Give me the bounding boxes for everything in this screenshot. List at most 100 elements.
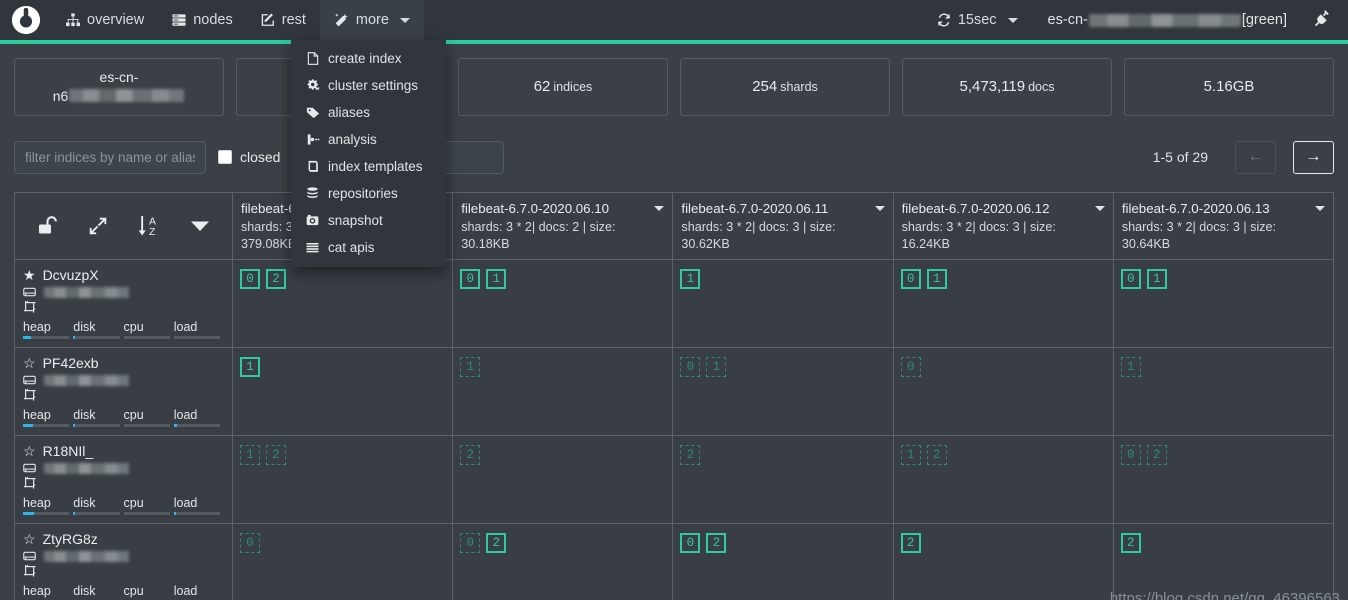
stat-box-size: 5.16GB [1124,58,1334,116]
refresh-interval-label: 15sec [957,12,997,28]
shard-badge-primary[interactable]: 2 [266,269,286,289]
node-title: ☆ PF42exb [23,355,224,371]
index-menu-caret-icon[interactable] [874,206,885,211]
shard-cell[interactable]: 01 [453,260,674,347]
index-menu-caret-icon[interactable] [1094,206,1105,211]
node-cell[interactable]: ☆ PF42exb heap disk cpu load [15,348,233,435]
shard-badge-primary[interactable]: 2 [1120,533,1141,553]
shard-badge-replica[interactable]: 0 [240,533,260,553]
metric-disk: disk [73,320,123,339]
shard-badge-replica[interactable]: 2 [1146,445,1167,465]
shard-cell[interactable]: 2 [1113,524,1334,600]
star-outline-icon[interactable]: ☆ [23,356,36,370]
star-outline-icon[interactable]: ☆ [23,532,36,546]
shard-cell[interactable]: 02 [673,524,894,600]
shard-cell[interactable]: 0 [893,348,1114,435]
menu-item-aliases[interactable]: aliases [291,99,446,126]
shard-badge-replica[interactable]: 2 [680,445,701,465]
shard-cell[interactable]: 02 [453,524,674,600]
shard-cell[interactable]: 1 [673,260,894,347]
nav-item-overview[interactable]: overview [52,0,158,40]
shard-badge-primary[interactable]: 0 [900,269,921,289]
refresh-interval-selector[interactable]: 15sec [923,0,1032,40]
shard-cell[interactable]: 02 [1113,436,1334,523]
shard-cell[interactable]: 1 [1113,348,1334,435]
server-stack-icon [172,13,186,27]
cluster-name-status[interactable]: es-cn- [green] [1032,12,1303,28]
node-cell[interactable]: ☆ R18NIl_ heap disk cpu load [15,436,233,523]
node-cell[interactable]: ☆ ZtyRG8z heap disk cpu load [15,524,233,600]
search-indices-input[interactable] [14,140,206,174]
shard-cell[interactable]: 2 [893,524,1114,600]
menu-item-analysis[interactable]: analysis [291,126,446,153]
shard-badge-replica[interactable]: 0 [1120,445,1141,465]
index-menu-caret-icon[interactable] [1315,206,1326,211]
prev-page-button[interactable]: ← [1235,140,1276,174]
index-header: filebeat-6.7.0-2020.06.10 shards: 3 * 2|… [453,193,674,259]
shard-cell[interactable]: 2 [673,436,894,523]
shard-cell[interactable]: 12 [233,436,454,523]
index-meta: shards: 3 * 2| docs: 3 | size: 30.64KB [1121,220,1277,251]
shard-badge-primary[interactable]: 0 [680,533,701,553]
unlock-icon[interactable] [21,214,72,238]
expand-arrows-icon[interactable] [72,215,123,237]
metric-label: cpu [123,320,144,334]
nav-item-more[interactable]: more [319,0,424,40]
menu-item-index-templates[interactable]: index templates [291,153,446,180]
shard-badge-primary[interactable]: 1 [926,269,947,289]
shard-badge-replica[interactable]: 1 [460,357,481,377]
node-role [23,300,224,319]
shard-badge-primary[interactable]: 1 [1146,269,1167,289]
sort-alpha-asc-icon[interactable]: A Z [124,213,175,239]
closed-indices-checkbox[interactable]: closed [218,149,280,165]
next-page-button[interactable]: → [1293,140,1334,174]
menu-item-snapshot[interactable]: snapshot [291,207,446,234]
shard-badge-primary[interactable]: 1 [486,269,507,289]
shard-cell[interactable]: 01 [893,260,1114,347]
shard-badge-primary[interactable]: 0 [1120,269,1141,289]
shard-cell[interactable]: 2 [453,436,674,523]
shard-badge-primary[interactable]: 0 [460,269,481,289]
shard-cell[interactable]: 01 [1113,260,1334,347]
shard-cell[interactable]: 12 [893,436,1114,523]
menu-item-cluster-settings[interactable]: cluster settings [291,72,446,99]
shard-badge-replica[interactable]: 2 [926,445,947,465]
node-address [23,286,224,298]
shard-badge-replica[interactable]: 0 [460,533,481,553]
shard-badge-replica[interactable]: 1 [706,357,727,377]
shard-badge-primary[interactable]: 0 [240,269,260,289]
index-menu-caret-icon[interactable] [654,206,665,211]
caret-down-icon[interactable] [175,220,226,232]
nav-item-rest[interactable]: rest [247,0,320,40]
shard-badge-primary[interactable]: 1 [680,269,701,289]
node-cell[interactable]: ★ DcvuzpX heap disk cpu load [15,260,233,347]
shard-badge-replica[interactable]: 2 [266,445,286,465]
menu-item-repositories[interactable]: repositories [291,180,446,207]
shard-badge-replica[interactable]: 1 [900,445,921,465]
index-name: filebeat-6.7.0-2020.06.11 [681,201,829,216]
shard-badge-replica[interactable]: 0 [680,357,701,377]
shard-cell[interactable]: 0 [233,524,454,600]
shard-cell[interactable]: 1 [233,348,454,435]
disconnect-button[interactable] [1303,9,1348,31]
shard-badge-replica[interactable]: 2 [460,445,481,465]
shard-badge-primary[interactable]: 2 [706,533,727,553]
nav-item-nodes[interactable]: nodes [158,0,247,40]
star-filled-icon[interactable]: ★ [23,268,36,282]
shard-badge-replica[interactable]: 0 [900,357,921,377]
shard-badge-replica[interactable]: 1 [240,445,260,465]
menu-item-create-index[interactable]: create index [291,45,446,72]
shard-badge-primary[interactable]: 2 [486,533,507,553]
shard-badge-primary[interactable]: 1 [240,357,260,377]
table-row: ★ DcvuzpX heap disk cpu load 0 2 0 1 1 0 1 0 1 [15,260,1334,348]
shard-cell[interactable]: 01 [673,348,894,435]
shard-badge-replica[interactable]: 1 [1120,357,1141,377]
shard-cell[interactable]: 02 [233,260,454,347]
node-title: ☆ ZtyRG8z [23,531,224,547]
menu-item-cat-apis[interactable]: cat apis [291,234,446,261]
cerebro-logo-icon[interactable] [0,0,52,40]
shard-badge-primary[interactable]: 2 [900,533,921,553]
index-name: filebeat-6.7.0-2020.06.10 [461,201,610,216]
star-outline-icon[interactable]: ☆ [23,444,36,458]
shard-cell[interactable]: 1 [453,348,674,435]
